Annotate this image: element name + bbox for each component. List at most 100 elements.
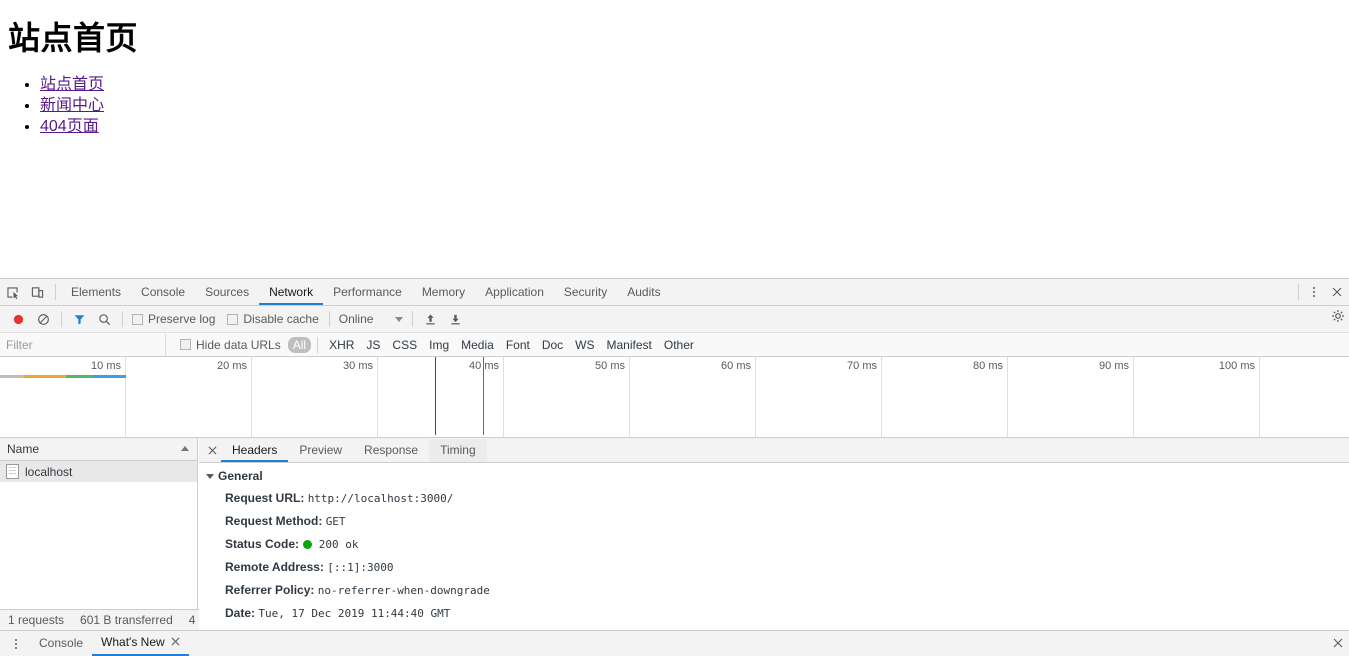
toolbar-divider	[328, 311, 330, 327]
header-value: Tue, 17 Dec 2019 11:44:40 GMT	[258, 607, 451, 620]
tab-audits[interactable]: Audits	[617, 280, 670, 305]
table-row[interactable]: localhost	[0, 461, 197, 482]
sort-ascending-icon	[181, 446, 189, 451]
rendered-web-page: 站点首页 站点首页 新闻中心 404页面	[0, 0, 1349, 278]
toolbar-divider	[122, 311, 123, 327]
header-key: Remote Address:	[225, 560, 324, 574]
toolbar-divider	[317, 336, 319, 353]
throttling-dropdown[interactable]: Online	[335, 312, 408, 326]
network-settings-icon[interactable]	[1331, 309, 1345, 326]
general-section-header[interactable]: General	[206, 469, 1349, 483]
page-link-news[interactable]: 新闻中心	[40, 97, 104, 114]
header-value: GET	[325, 515, 346, 528]
checkbox-box	[180, 339, 191, 350]
chevron-down-icon	[395, 316, 404, 322]
clear-button[interactable]	[31, 307, 56, 332]
filter-type-all[interactable]: All	[287, 336, 312, 353]
tab-elements[interactable]: Elements	[61, 280, 131, 305]
request-name: localhost	[25, 464, 73, 479]
timeline-tick-label: 70 ms	[847, 360, 877, 372]
waterfall-segment-queueing	[0, 375, 24, 378]
status-request-count: 1 requests	[8, 613, 65, 627]
toolbar-divider	[1298, 283, 1299, 300]
tab-memory[interactable]: Memory	[412, 280, 475, 305]
waterfall-segment-waiting	[66, 375, 94, 378]
tab-timing[interactable]: Timing	[429, 438, 487, 462]
timeline-tick-label: 60 ms	[721, 360, 751, 372]
drawer-more-options-icon[interactable]	[6, 634, 26, 654]
list-item: 新闻中心	[40, 95, 1349, 116]
header-key: Status Code:	[225, 537, 300, 551]
header-value: no-referrer-when-downgrade	[317, 584, 490, 597]
disable-cache-checkbox[interactable]: Disable cache	[227, 312, 319, 326]
tab-console[interactable]: Console	[131, 280, 195, 305]
import-har-icon[interactable]	[418, 307, 443, 332]
drawer-tab-whats-new[interactable]: What's New	[92, 631, 189, 656]
device-toolbar-icon[interactable]	[25, 280, 50, 305]
network-status-bar: 1 requests 601 B transferred 4	[0, 609, 199, 630]
tab-headers[interactable]: Headers	[221, 439, 289, 462]
filter-type-img[interactable]: Img	[424, 337, 454, 353]
header-key: Date:	[225, 606, 256, 620]
close-detail-icon[interactable]	[203, 439, 221, 461]
network-overview-timeline[interactable]: 10 ms 20 ms 30 ms 40 ms 50 ms 60 ms 70 m…	[0, 357, 1349, 438]
filter-type-js[interactable]: JS	[361, 337, 385, 353]
page-link-home[interactable]: 站点首页	[40, 76, 104, 93]
triangle-down-icon	[206, 473, 214, 479]
list-item: 站点首页	[40, 74, 1349, 95]
preserve-log-label: Preserve log	[148, 312, 216, 326]
search-icon[interactable]	[92, 307, 117, 332]
request-list-column-header[interactable]: Name	[0, 438, 197, 461]
page-nav-list: 站点首页 新闻中心 404页面	[0, 74, 1349, 137]
header-value: 200 ok	[318, 538, 359, 551]
timeline-tick-label: 100 ms	[1218, 360, 1255, 372]
devtools-drawer: Console What's New	[0, 630, 1349, 656]
request-detail-pane: Headers Preview Response Timing General …	[199, 438, 1349, 625]
tab-security[interactable]: Security	[554, 280, 617, 305]
export-har-icon[interactable]	[443, 307, 468, 332]
filter-type-doc[interactable]: Doc	[537, 337, 568, 353]
page-heading: 站点首页	[8, 20, 139, 56]
headers-content: General Request URL: http://localhost:30…	[199, 463, 1349, 625]
toolbar-divider	[61, 311, 62, 327]
tab-network[interactable]: Network	[259, 280, 324, 305]
more-options-icon[interactable]	[1304, 282, 1324, 302]
filter-type-xhr[interactable]: XHR	[324, 337, 359, 353]
filter-type-media[interactable]: Media	[456, 337, 499, 353]
filter-type-manifest[interactable]: Manifest	[602, 337, 657, 353]
status-resources-truncated: 4	[188, 613, 196, 627]
filter-input[interactable]: Filter	[0, 333, 166, 356]
preserve-log-checkbox[interactable]: Preserve log	[132, 312, 215, 326]
header-row-date: Date: Tue, 17 Dec 2019 11:44:40 GMT	[206, 602, 1349, 625]
filter-type-other[interactable]: Other	[659, 337, 699, 353]
filter-type-font[interactable]: Font	[501, 337, 535, 353]
header-key: Request URL:	[225, 491, 305, 505]
drawer-tab-label: Console	[39, 636, 84, 650]
tab-application[interactable]: Application	[475, 280, 554, 305]
timeline-tick-label: 20 ms	[217, 360, 247, 372]
tab-preview[interactable]: Preview	[288, 439, 353, 462]
filter-type-ws[interactable]: WS	[570, 337, 599, 353]
header-row-referrer-policy: Referrer Policy: no-referrer-when-downgr…	[206, 579, 1349, 602]
drawer-tab-console[interactable]: Console	[30, 631, 92, 656]
tab-response[interactable]: Response	[353, 439, 429, 462]
tab-performance[interactable]: Performance	[323, 280, 412, 305]
waterfall-segment-stalled	[24, 375, 66, 378]
status-ok-icon	[303, 540, 313, 549]
column-header-name: Name	[7, 442, 40, 456]
drawer-close-icon[interactable]	[1333, 637, 1349, 651]
filter-type-css[interactable]: CSS	[387, 337, 422, 353]
page-link-404[interactable]: 404页面	[40, 118, 99, 135]
hide-data-urls-checkbox[interactable]: Hide data URLs	[180, 338, 281, 352]
close-icon[interactable]	[171, 630, 180, 655]
status-transferred: 601 B transferred	[80, 613, 173, 627]
filter-icon[interactable]	[67, 307, 92, 332]
record-button[interactable]	[6, 307, 31, 332]
tab-sources[interactable]: Sources	[195, 280, 259, 305]
header-key: Referrer Policy:	[225, 583, 315, 597]
header-row-request-method: Request Method: GET	[206, 510, 1349, 533]
detail-tab-bar: Headers Preview Response Timing	[199, 438, 1349, 463]
inspect-element-icon[interactable]	[0, 280, 25, 305]
close-devtools-icon[interactable]	[1324, 279, 1349, 304]
devtools-tab-bar: Elements Console Sources Network Perform…	[0, 279, 1349, 306]
